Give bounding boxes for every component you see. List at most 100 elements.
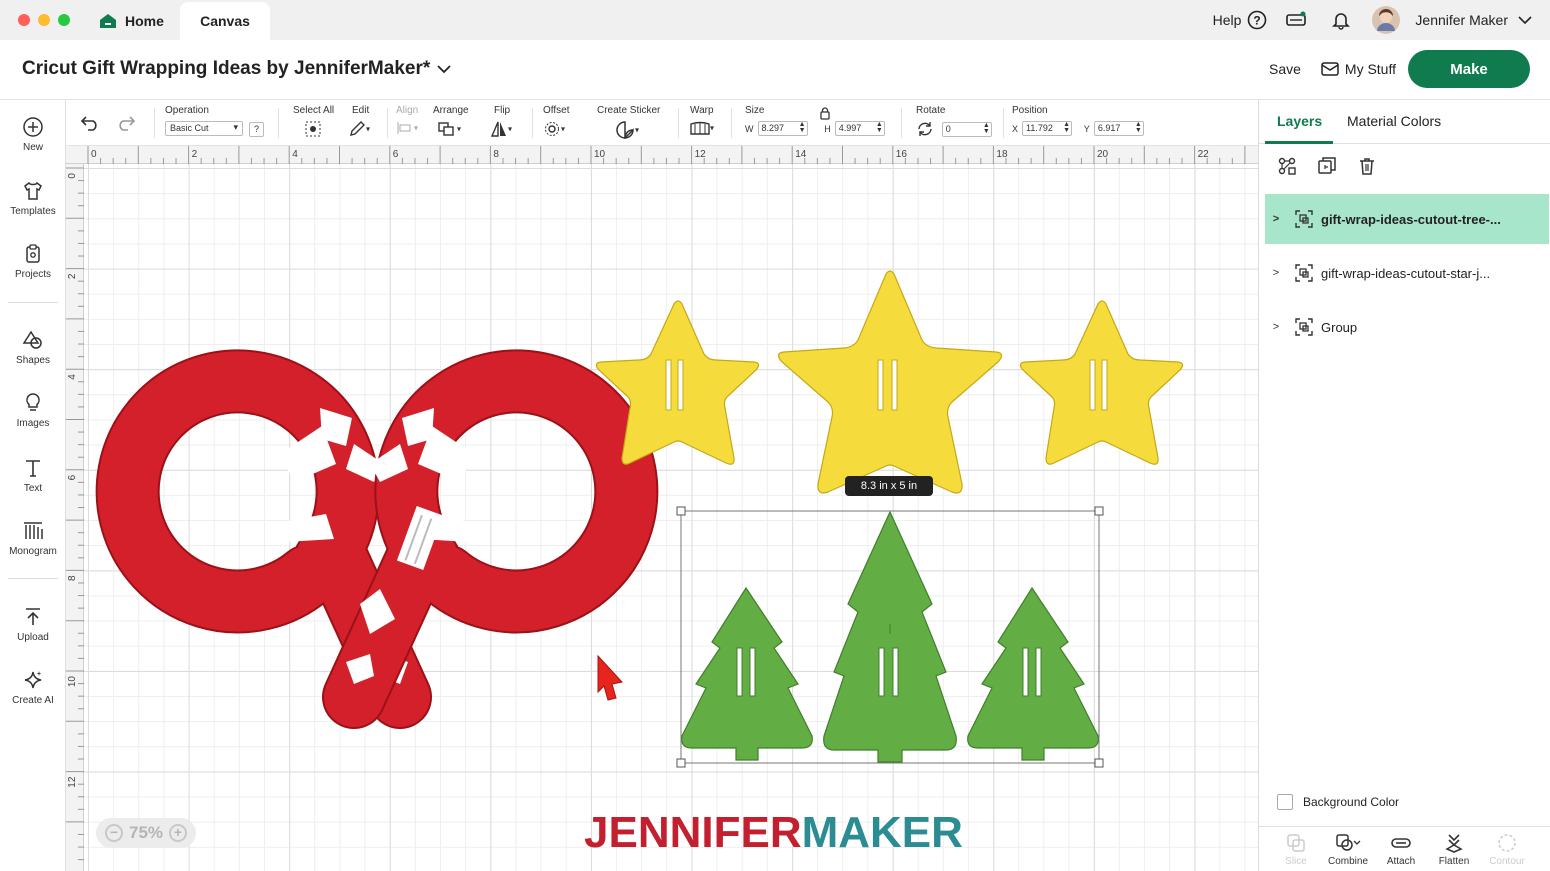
avatar[interactable] xyxy=(1371,5,1401,35)
rail-item-new[interactable]: New xyxy=(0,116,66,153)
chevron-right-icon[interactable]: > xyxy=(1265,321,1287,333)
ruler-label: 4 xyxy=(67,374,78,380)
rail-item-create-ai[interactable]: Create AI xyxy=(0,669,66,706)
x-stepper[interactable]: ▲ ▼ xyxy=(1063,121,1070,134)
attach-label: Attach xyxy=(1386,856,1416,867)
height-stepper[interactable]: ▲ ▼ xyxy=(876,121,883,134)
ruler-label: 22 xyxy=(1198,149,1210,160)
rotate-input[interactable]: 0 ▲ ▼ xyxy=(941,121,992,137)
sticker-icon xyxy=(616,121,634,139)
y-stepper[interactable]: ▲ ▼ xyxy=(1135,121,1142,134)
flatten-button[interactable]: Flatten xyxy=(1427,833,1481,867)
rail-item-monogram[interactable]: Monogram xyxy=(0,520,66,557)
project-title-dropdown[interactable]: Cricut Gift Wrapping Ideas by JenniferMa… xyxy=(22,58,452,80)
user-name[interactable]: Jennifer Maker xyxy=(1415,12,1508,28)
maximize-window-button[interactable] xyxy=(58,14,70,26)
tab-material-colors[interactable]: Material Colors xyxy=(1347,113,1441,129)
svg-text:?: ? xyxy=(1254,14,1261,28)
x-input[interactable]: 11.792 ▲ ▼ xyxy=(1022,121,1073,136)
rail-item-templates[interactable]: Templates xyxy=(0,180,66,217)
offset-label: Offset xyxy=(543,105,570,116)
zoom-out-button[interactable]: − xyxy=(104,824,123,842)
layer-item-tree[interactable]: > gift-wrap-ideas-cutout-tree-... xyxy=(1265,194,1549,244)
close-window-button[interactable] xyxy=(18,14,30,26)
y-input[interactable]: 6.917 ▲ ▼ xyxy=(1093,121,1144,136)
ruler-label: 14 xyxy=(795,149,807,160)
my-stuff-button[interactable]: My Stuff xyxy=(1321,61,1396,77)
operation-select[interactable]: Basic Cut xyxy=(165,121,243,136)
create-sticker-group[interactable]: Create Sticker ▾ xyxy=(597,105,660,139)
width-input[interactable]: 8.297 ▲ ▼ xyxy=(757,121,808,136)
group-icon[interactable] xyxy=(1277,156,1297,176)
edit-label: Edit xyxy=(352,105,370,116)
tree-large-center[interactable] xyxy=(823,510,957,763)
warp-group[interactable]: Warp ▾ xyxy=(690,105,714,135)
chevron-right-icon[interactable]: > xyxy=(1265,267,1287,279)
machine-icon[interactable] xyxy=(1285,11,1307,29)
arrange-group[interactable]: Arrange ▾ xyxy=(433,105,469,137)
make-button[interactable]: Make xyxy=(1408,50,1530,88)
window-controls xyxy=(18,14,70,26)
layer-item-group[interactable]: > Group xyxy=(1265,302,1549,352)
my-stuff-label: My Stuff xyxy=(1344,61,1396,77)
background-color-toggle[interactable]: Background Color xyxy=(1277,794,1399,810)
resize-handle-bottom-right[interactable] xyxy=(1094,758,1104,768)
help-button[interactable]: Help ? xyxy=(1213,10,1268,30)
combine-button[interactable]: Combine xyxy=(1321,833,1375,867)
chevron-down-icon[interactable] xyxy=(1518,15,1532,25)
combine-label: Combine xyxy=(1327,856,1369,867)
flip-group[interactable]: Flip ▾ xyxy=(490,105,512,137)
bell-icon[interactable] xyxy=(1331,10,1351,30)
rail-divider xyxy=(8,302,58,303)
undo-icon[interactable] xyxy=(80,115,100,131)
save-button[interactable]: Save xyxy=(1269,61,1301,77)
attach-button[interactable]: Attach xyxy=(1374,833,1428,867)
rail-item-projects[interactable]: Projects xyxy=(0,243,66,280)
tab-layers[interactable]: Layers xyxy=(1277,113,1322,129)
star-large-center[interactable] xyxy=(777,270,1003,494)
tree-small-left[interactable] xyxy=(681,586,813,761)
text-icon xyxy=(26,460,40,477)
offset-group[interactable]: Offset ▾ xyxy=(543,105,570,137)
select-all-group[interactable]: Select All xyxy=(293,105,334,137)
operation-help-button[interactable]: ? xyxy=(249,122,264,137)
horizontal-ruler: 0 2 4 6 8 10 12 14 16 18 20 22 xyxy=(66,146,1258,164)
rail-item-text[interactable]: Text xyxy=(0,457,66,494)
tab-home[interactable]: Home xyxy=(92,2,178,40)
trash-icon[interactable] xyxy=(1357,156,1377,176)
tab-canvas[interactable]: Canvas xyxy=(180,2,270,40)
design-canvas[interactable]: 8.3 in x 5 in − 75% + JENNIFERMAKER xyxy=(84,164,1258,871)
rail-item-shapes[interactable]: Shapes xyxy=(0,329,66,366)
redo-icon[interactable] xyxy=(116,115,136,131)
flip-icon xyxy=(490,121,506,137)
contour-button[interactable]: Contour xyxy=(1480,833,1534,867)
edit-group[interactable]: Edit ▾ xyxy=(350,105,370,137)
layer-actions xyxy=(1277,156,1377,176)
toolbar-divider xyxy=(731,108,732,138)
background-color-checkbox[interactable] xyxy=(1277,794,1293,810)
rail-item-images[interactable]: Images xyxy=(0,392,66,429)
toolbar-divider xyxy=(278,108,279,138)
candy-cane-right[interactable] xyxy=(322,349,659,729)
resize-handle-top-left[interactable] xyxy=(676,506,686,516)
watermark-part1: JENNIFER xyxy=(584,808,802,857)
offset-icon xyxy=(545,122,559,136)
rail-item-upload[interactable]: Upload xyxy=(0,606,66,643)
rotate-stepper[interactable]: ▲ ▼ xyxy=(983,122,990,135)
align-group[interactable]: Align ▾ xyxy=(396,105,418,135)
left-navigation-rail: New Templates Projects Shapes Images Tex… xyxy=(0,100,66,871)
lock-icon[interactable] xyxy=(819,107,831,120)
chevron-right-icon[interactable]: > xyxy=(1265,213,1287,225)
zoom-in-button[interactable]: + xyxy=(169,824,188,842)
resize-handle-top-right[interactable] xyxy=(1094,506,1104,516)
duplicate-icon[interactable] xyxy=(1317,156,1337,176)
vertical-ruler: 0 2 4 6 8 10 12 xyxy=(66,164,84,871)
layer-item-star[interactable]: > gift-wrap-ideas-cutout-star-j... xyxy=(1265,248,1549,298)
star-small-right[interactable] xyxy=(1019,300,1184,465)
width-stepper[interactable]: ▲ ▼ xyxy=(799,121,806,134)
height-input[interactable]: 4.997 ▲ ▼ xyxy=(834,121,885,136)
tree-small-right[interactable] xyxy=(967,586,1099,761)
resize-handle-bottom-left[interactable] xyxy=(676,758,686,768)
slice-button[interactable]: Slice xyxy=(1269,833,1323,867)
minimize-window-button[interactable] xyxy=(38,14,50,26)
